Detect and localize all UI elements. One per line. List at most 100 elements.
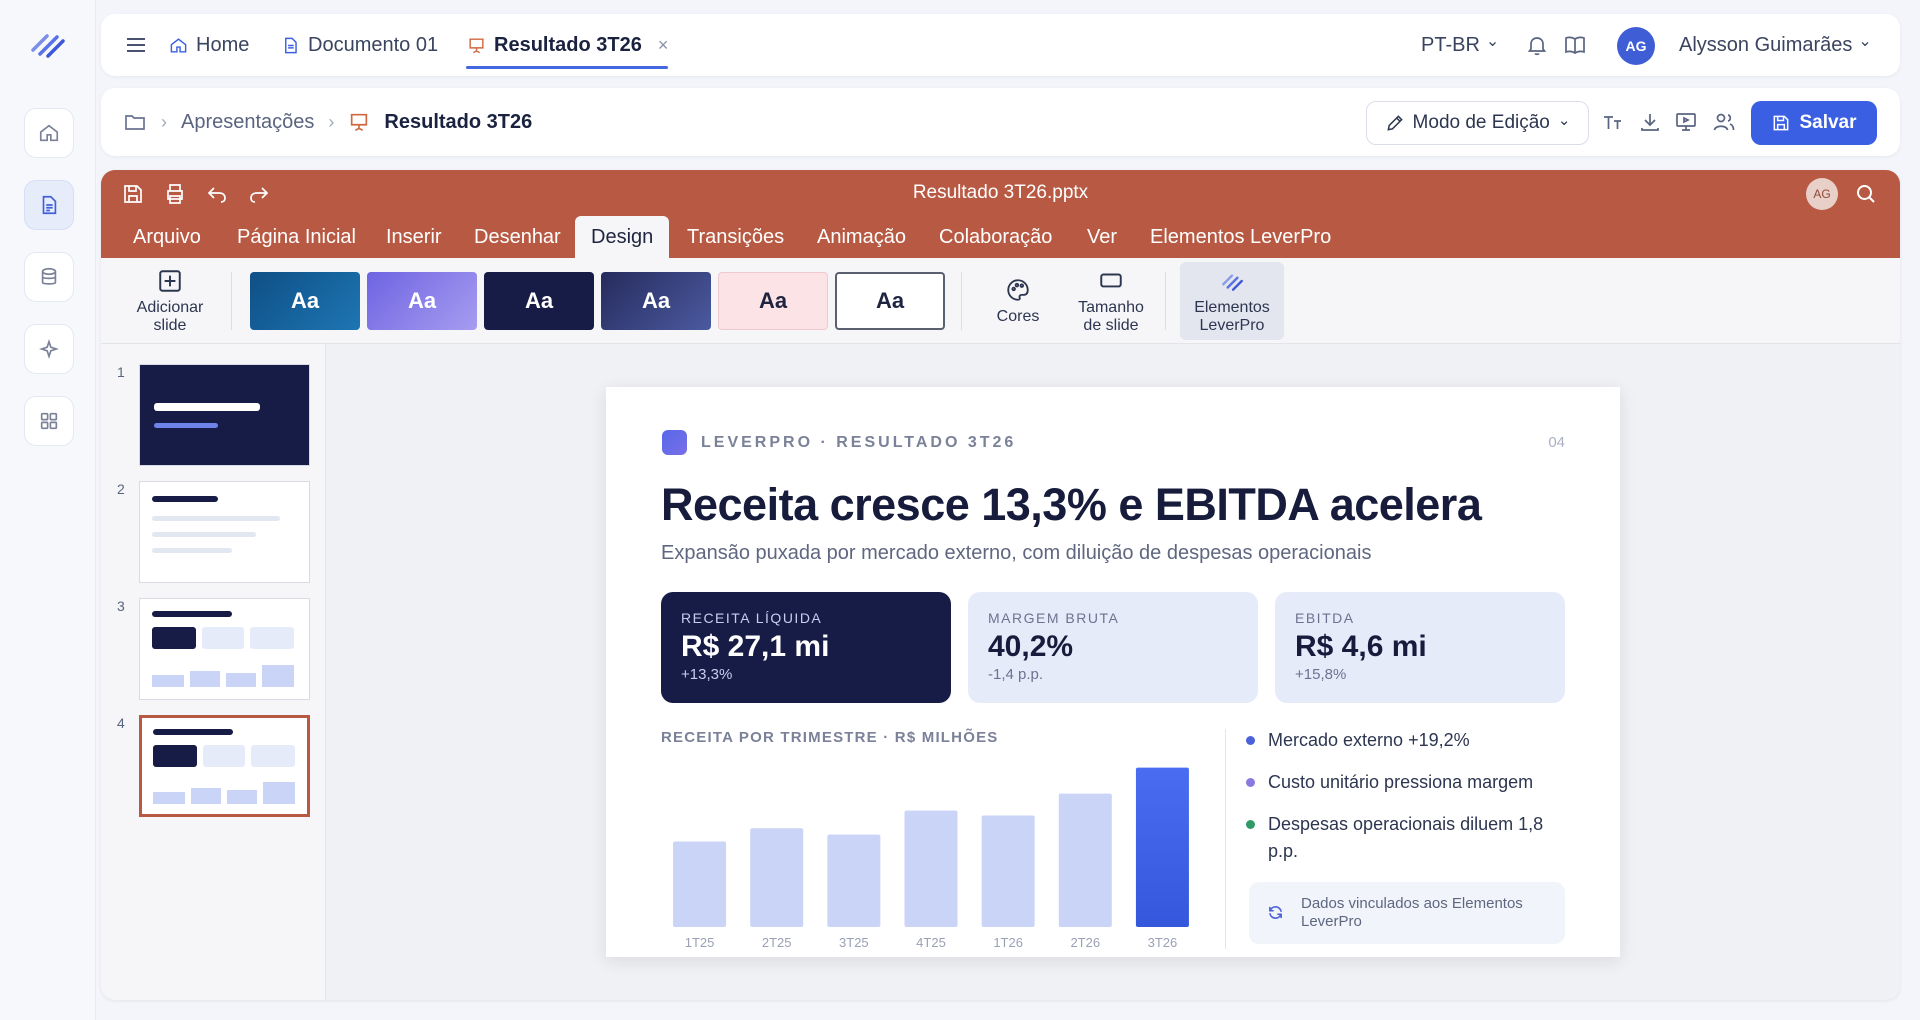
collaborator-avatar[interactable]: AG	[1806, 178, 1838, 210]
slide-size-icon	[1100, 273, 1122, 288]
menu-pagina-inicial[interactable]: Página Inicial	[237, 216, 356, 258]
leverpro-elements-label-2: LeverPro	[1199, 316, 1265, 334]
slide-number: 2	[117, 481, 125, 497]
tab-home[interactable]: Home	[169, 14, 249, 76]
rail-home-button[interactable]	[24, 108, 74, 158]
menu-ver[interactable]: Ver	[1087, 216, 1117, 258]
leverpro-logo-icon[interactable]	[30, 28, 66, 58]
kpi-card-ebitda[interactable]: EBITDA R$ 4,6 mi +15,8%	[1275, 592, 1565, 703]
leverpro-logo-icon	[1222, 274, 1243, 291]
x-tick-label: 4T25	[916, 935, 946, 950]
slide-thumbnail-4[interactable]	[139, 715, 310, 817]
kpi-card-margem[interactable]: MARGEM BRUTA 40,2% -1,4 p.p.	[968, 592, 1258, 703]
ribbon-divider	[231, 272, 232, 330]
menu-inserir[interactable]: Inserir	[386, 216, 442, 258]
add-slide-button[interactable]: Adicionar slide	[125, 258, 215, 344]
leverpro-elements-button[interactable]: Elementos LeverPro	[1180, 258, 1284, 344]
theme-option-indigo[interactable]: Aa	[601, 272, 711, 330]
bar-3t25[interactable]	[827, 834, 881, 927]
bar-1t25[interactable]	[673, 841, 727, 927]
chart-title: RECEITA POR TRIMESTRE · R$ MILHÕES	[661, 729, 999, 746]
linked-data-note[interactable]: Dados vinculados aos Elementos LeverPro	[1249, 882, 1565, 944]
rail-documents-button[interactable]	[24, 180, 74, 230]
top-tab-bar: Home Documento 01 Resultado 3T26 × PT-BR…	[101, 14, 1900, 76]
menu-design[interactable]: Design	[575, 216, 670, 258]
bar-1t26[interactable]	[981, 815, 1035, 927]
add-slide-icon	[159, 270, 181, 292]
text-size-icon[interactable]	[1601, 110, 1625, 134]
theme-option-navy[interactable]: Aa	[484, 272, 594, 330]
users-icon[interactable]	[1712, 110, 1736, 134]
active-tab-indicator	[466, 66, 668, 69]
breadcrumb: › Apresentações › Resultado 3T26	[123, 88, 532, 156]
slide-kicker: LEVERPRO · RESULTADO 3T26	[701, 434, 1017, 451]
language-select[interactable]: PT-BR ⌄	[1421, 14, 1499, 76]
revenue-bar-chart[interactable]: 1T25 2T25 3T25 4T25 1T26 2T26 3T26	[661, 757, 1201, 952]
document-icon	[285, 37, 297, 53]
menu-desenhar[interactable]: Desenhar	[474, 216, 561, 258]
menu-transicoes[interactable]: Transições	[687, 216, 784, 258]
x-tick-label: 2T25	[762, 935, 792, 950]
x-tick-label: 3T25	[839, 935, 869, 950]
ribbon-divider	[961, 272, 962, 330]
bar-3t26[interactable]	[1135, 767, 1189, 927]
slide-thumbnail-2[interactable]	[139, 481, 310, 583]
colors-label: Cores	[996, 307, 1040, 325]
bar-4t25[interactable]	[904, 810, 958, 927]
search-icon[interactable]	[1854, 182, 1878, 206]
kpi-label: EBITDA	[1295, 610, 1355, 626]
slide-divider	[1225, 729, 1226, 949]
slide-thumbnail-panel: 1 2 3 4	[101, 344, 326, 1000]
menu-arquivo[interactable]: Arquivo	[133, 216, 201, 258]
present-icon[interactable]	[1674, 110, 1698, 134]
book-icon[interactable]	[1563, 33, 1587, 57]
user-menu[interactable]: Alysson Guimarães ⌄	[1679, 14, 1872, 76]
bar-2t25[interactable]	[750, 828, 804, 927]
slide-thumbnail-1[interactable]	[139, 364, 310, 466]
colors-button[interactable]: Cores	[978, 258, 1058, 344]
theme-option-pink[interactable]: Aa	[718, 272, 828, 330]
bullet-dot-icon	[1246, 820, 1255, 829]
kpi-label: MARGEM BRUTA	[988, 610, 1120, 626]
theme-option-purple[interactable]: Aa	[367, 272, 477, 330]
rail-apps-button[interactable]	[24, 396, 74, 446]
menu-icon[interactable]	[125, 34, 147, 56]
x-tick-label: 1T25	[685, 935, 715, 950]
bullet-dot-icon	[1246, 778, 1255, 787]
design-ribbon: Adicionar slide Aa Aa Aa Aa Aa Aa Cores …	[101, 258, 1900, 344]
save-button[interactable]: Salvar	[1751, 101, 1877, 145]
edit-mode-label: Modo de Edição	[1412, 112, 1550, 133]
kpi-delta: -1,4 p.p.	[988, 666, 1044, 683]
database-icon	[41, 267, 57, 285]
breadcrumb-apresentacoes[interactable]: Apresentações	[181, 111, 314, 134]
rail-ai-button[interactable]	[24, 324, 74, 374]
menu-colaboracao[interactable]: Colaboração	[939, 216, 1052, 258]
download-icon[interactable]	[1638, 110, 1662, 134]
tab-label: Resultado 3T26	[494, 33, 642, 56]
bullet-item: Custo unitário pressiona margem	[1246, 769, 1566, 796]
theme-option-blue[interactable]: Aa	[250, 272, 360, 330]
breadcrumb-current: Resultado 3T26	[384, 110, 533, 133]
tab-documento-01[interactable]: Documento 01	[281, 14, 438, 76]
slide-size-button[interactable]: Tamanho de slide	[1061, 258, 1161, 344]
slide-thumbnail-3[interactable]	[139, 598, 310, 700]
slide-title[interactable]: Receita cresce 13,3% e EBITDA acelera	[661, 479, 1482, 531]
bar-2t26[interactable]	[1058, 793, 1112, 927]
slide-canvas[interactable]: LEVERPRO · RESULTADO 3T26 04 Receita cre…	[606, 387, 1620, 957]
menu-animacao[interactable]: Animação	[817, 216, 906, 258]
folder-icon[interactable]	[123, 110, 147, 134]
kpi-value: R$ 27,1 mi	[681, 630, 830, 663]
menu-elementos-leverpro[interactable]: Elementos LeverPro	[1150, 216, 1331, 258]
user-name: Alysson Guimarães	[1679, 33, 1853, 56]
bell-icon[interactable]	[1525, 33, 1549, 57]
grid-icon	[40, 412, 58, 430]
slide-subtitle[interactable]: Expansão puxada por mercado externo, com…	[661, 542, 1371, 565]
edit-mode-dropdown[interactable]: Modo de Edição ⌄	[1366, 101, 1589, 145]
theme-option-white[interactable]: Aa	[835, 272, 945, 330]
close-tab-icon[interactable]: ×	[658, 35, 669, 56]
kpi-card-receita[interactable]: RECEITA LÍQUIDA R$ 27,1 mi +13,3%	[661, 592, 951, 703]
user-avatar[interactable]: AG	[1617, 27, 1655, 65]
refresh-icon	[1269, 906, 1282, 919]
slide-size-label-1: Tamanho	[1078, 298, 1144, 316]
rail-database-button[interactable]	[24, 252, 74, 302]
